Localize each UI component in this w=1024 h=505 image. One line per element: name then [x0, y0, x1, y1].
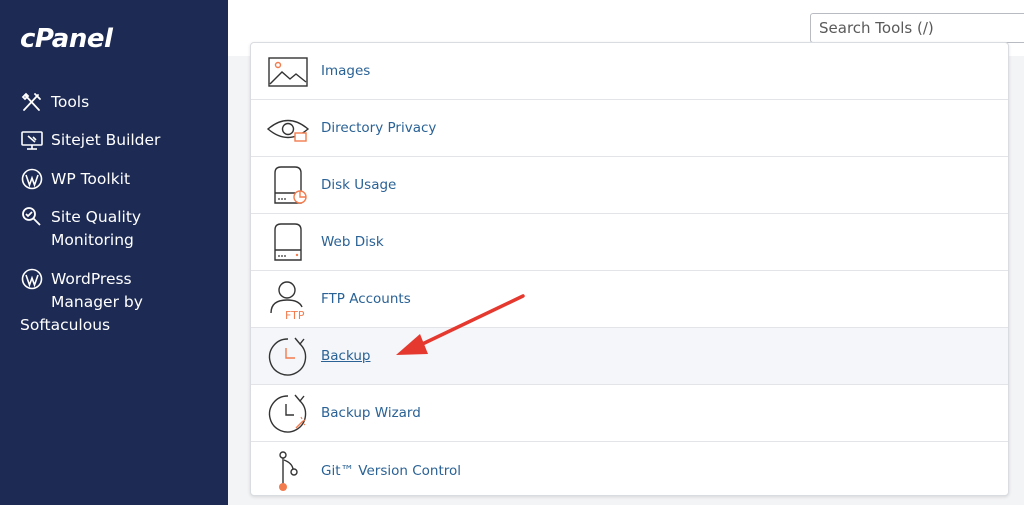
sidebar-item-label: Monitoring [51, 231, 134, 249]
web-disk-icon [274, 223, 302, 261]
tool-row-disk-usage[interactable]: Disk Usage [251, 157, 1008, 214]
sidebar-item-label: Sitejet Builder [51, 131, 161, 149]
tool-label: Disk Usage [321, 177, 397, 193]
wordpress-icon [21, 168, 43, 190]
tool-label: Git™ Version Control [321, 462, 462, 479]
cpanel-logo[interactable]: cPanel [20, 24, 113, 54]
sidebar-item-tools[interactable]: Tools [20, 91, 89, 114]
tool-row-ftp-accounts[interactable]: FTP FTP Accounts [251, 271, 1008, 328]
ftp-accounts-icon: FTP [270, 281, 305, 321]
tool-label: FTP Accounts [321, 291, 411, 307]
tool-label: Backup [321, 348, 371, 364]
tool-row-images[interactable]: Images [251, 43, 1008, 100]
sidebar: cPanel Tools Sitejet Builder WP Toolkit [0, 0, 228, 505]
tool-label: Backup Wizard [321, 405, 421, 421]
sidebar-item-wordpress-manager-line3[interactable]: Softaculous [20, 314, 110, 337]
disk-usage-icon [274, 166, 307, 204]
sidebar-item-wp-toolkit[interactable]: WP Toolkit [20, 168, 130, 191]
images-icon [268, 57, 308, 87]
directory-privacy-icon [267, 119, 309, 142]
sidebar-item-site-quality-monitoring[interactable]: Site Quality Monitoring [20, 206, 220, 252]
tool-row-web-disk[interactable]: Web Disk [251, 214, 1008, 271]
sidebar-item-sitejet-builder[interactable]: Sitejet Builder [20, 129, 160, 152]
tools-panel: Images Directory Privacy Disk Usage Web … [250, 42, 1009, 496]
tool-row-backup[interactable]: Backup [251, 328, 1008, 385]
sidebar-item-label: WordPress [51, 270, 132, 288]
backup-wizard-icon [268, 394, 307, 433]
tool-label: Web Disk [321, 234, 384, 250]
tool-row-git-version-control[interactable]: Git™ Version Control [251, 442, 1008, 495]
sidebar-item-wordpress-manager[interactable]: WordPress Manager by [20, 268, 220, 314]
tools-icon [21, 92, 41, 111]
magnifier-icon [22, 207, 41, 226]
sidebar-item-label: Manager by [51, 293, 143, 311]
tool-row-directory-privacy[interactable]: Directory Privacy [251, 100, 1008, 157]
tool-label: Images [321, 63, 371, 79]
backup-icon [268, 337, 307, 376]
search-tools-input[interactable] [810, 13, 1024, 43]
ftp-icon-text: FTP [285, 309, 305, 321]
sitejet-builder-icon [21, 131, 43, 150]
sidebar-item-label: Softaculous [20, 316, 111, 334]
git-icon [279, 451, 298, 491]
sidebar-item-label: Tools [51, 93, 90, 111]
sidebar-item-label: Site Quality [51, 208, 142, 226]
sidebar-item-label: WP Toolkit [51, 170, 131, 188]
tool-row-backup-wizard[interactable]: Backup Wizard [251, 385, 1008, 442]
wordpress-icon [21, 268, 43, 290]
tool-label: Directory Privacy [321, 120, 437, 136]
